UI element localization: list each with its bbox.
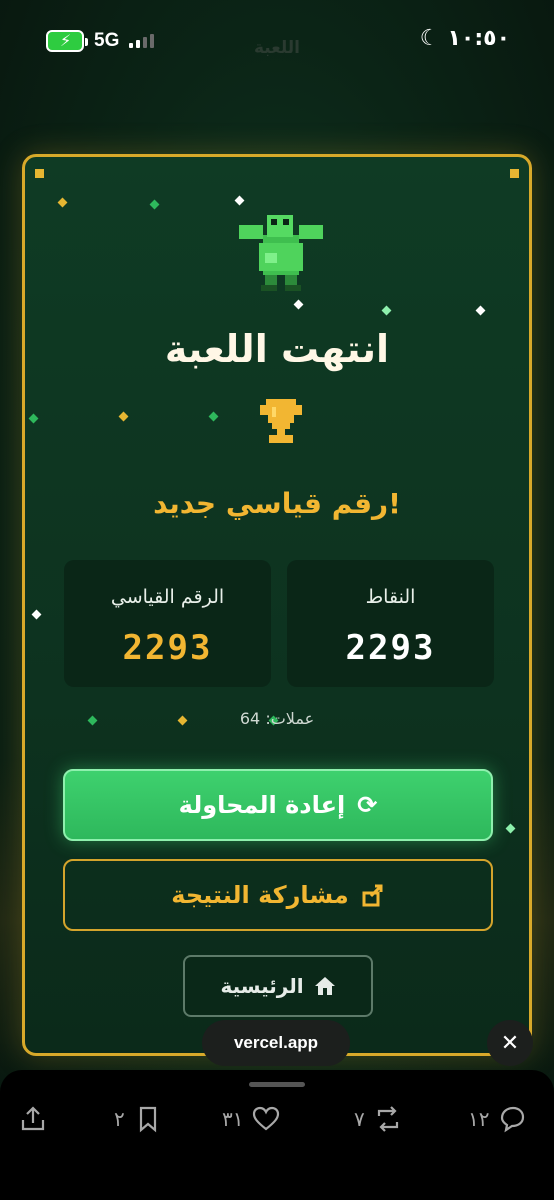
confetti bbox=[28, 413, 39, 424]
repost-icon bbox=[377, 1106, 398, 1132]
bookmark-button[interactable]: ٢ bbox=[114, 1104, 163, 1134]
coins-earned: عملات: 64 bbox=[239, 709, 315, 728]
reply-button[interactable]: ١٢ bbox=[468, 1104, 527, 1134]
heart-icon bbox=[253, 1106, 280, 1131]
new-record-text: رقم قياسي جديد! bbox=[153, 487, 401, 520]
confetti bbox=[381, 305, 392, 316]
score-label: النقاط bbox=[365, 586, 416, 608]
confetti bbox=[31, 609, 42, 620]
share-label: مشاركة النتيجة bbox=[171, 881, 349, 909]
refresh-icon: ⟳ bbox=[357, 791, 378, 819]
home-button[interactable]: الرئيسية bbox=[183, 955, 373, 1017]
confetti bbox=[118, 411, 129, 422]
status-right: ☾ ١٠:٥٠ bbox=[420, 26, 510, 51]
best-score-label: الرقم القياسي bbox=[110, 586, 225, 608]
clock: ١٠:٥٠ bbox=[447, 26, 510, 51]
score-box: النقاط 2293 bbox=[287, 560, 494, 687]
best-score-value: 2293 bbox=[122, 628, 213, 668]
repost-button[interactable]: ٧ bbox=[354, 1104, 403, 1134]
retry-button[interactable]: إعادة المحاولة ⟳ bbox=[63, 769, 493, 841]
confetti bbox=[475, 305, 486, 316]
upload-icon bbox=[21, 1106, 45, 1131]
like-count: ٣١ bbox=[222, 1107, 244, 1131]
repost-count: ٧ bbox=[354, 1107, 365, 1131]
moon-icon: ☾ bbox=[419, 26, 440, 51]
share-icon bbox=[362, 884, 383, 907]
reply-icon bbox=[501, 1106, 525, 1133]
trophy-icon bbox=[260, 399, 302, 443]
best-score-box: الرقم القياسي 2293 bbox=[64, 560, 271, 687]
game-over-title: انتهت اللعبة bbox=[164, 327, 390, 371]
game-over-card: انتهت اللعبة رقم قياسي جديد! النقاط 2293… bbox=[22, 154, 532, 1056]
corner-decoration bbox=[35, 169, 44, 178]
bottom-action-bar: ٢ ٣١ ٧ ١٢ bbox=[0, 1070, 554, 1200]
sheet-handle[interactable] bbox=[249, 1082, 305, 1087]
mascot-icon bbox=[239, 215, 323, 291]
confetti bbox=[149, 199, 160, 210]
retry-label: إعادة المحاولة bbox=[178, 791, 346, 819]
status-bar: ⚡ 5G اللعبة ☾ ١٠:٥٠ bbox=[0, 0, 554, 80]
confetti bbox=[57, 197, 68, 208]
home-icon bbox=[314, 977, 335, 995]
confetti bbox=[208, 411, 219, 422]
share-result-button[interactable]: مشاركة النتيجة bbox=[63, 859, 493, 931]
like-button[interactable]: ٣١ bbox=[222, 1104, 281, 1134]
upload-button[interactable] bbox=[18, 1104, 48, 1134]
confetti bbox=[505, 823, 516, 834]
bookmark-count: ٢ bbox=[114, 1107, 125, 1131]
bookmark-icon bbox=[139, 1106, 156, 1133]
corner-decoration bbox=[510, 169, 519, 178]
close-icon[interactable]: ✕ bbox=[487, 1020, 533, 1066]
confetti bbox=[234, 195, 245, 206]
confetti bbox=[293, 299, 304, 310]
reply-count: ١٢ bbox=[468, 1107, 490, 1131]
score-value: 2293 bbox=[345, 628, 436, 668]
home-label: الرئيسية bbox=[220, 974, 304, 998]
url-pill[interactable]: vercel.app bbox=[202, 1020, 350, 1066]
